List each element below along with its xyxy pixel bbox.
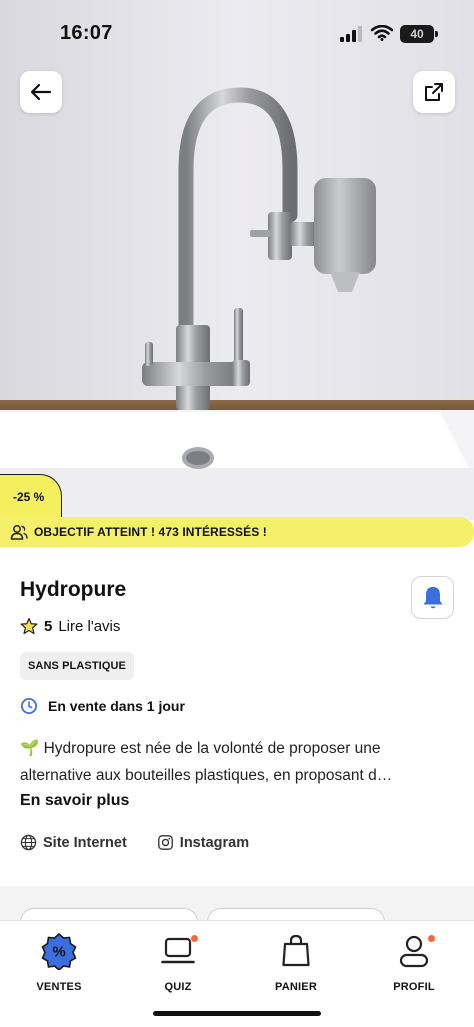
tab-label: PROFIL (393, 981, 435, 993)
rating-row: 5 Lire l'avis (20, 617, 120, 635)
shopping-bag-icon (282, 934, 310, 967)
website-link-label: Site Internet (43, 834, 127, 851)
instagram-link-label: Instagram (179, 834, 250, 851)
tab-profil[interactable]: PROFIL (374, 931, 454, 993)
laptop-icon (161, 937, 195, 964)
sale-time-row: En vente dans 1 jour (20, 697, 185, 715)
faucet-illustration (0, 0, 474, 520)
users-icon (10, 525, 28, 540)
globe-icon (20, 834, 37, 851)
tab-label: PANIER (275, 981, 317, 993)
sale-time-text: En vente dans 1 jour (48, 698, 185, 714)
status-time: 16:07 (60, 22, 113, 44)
user-icon (399, 935, 429, 968)
tab-label: QUIZ (164, 981, 192, 993)
goal-banner: OBJECTIF ATTEINT ! 473 INTÉRESSÉS ! (0, 517, 474, 547)
percent-badge-icon: % (41, 932, 77, 970)
svg-text:%: % (52, 944, 65, 961)
share-button[interactable] (413, 71, 455, 113)
product-tag: SANS PLASTIQUE (20, 652, 134, 680)
rating-score: 5 (44, 617, 53, 635)
battery-icon: 40 (400, 25, 438, 43)
battery-level: 40 (410, 27, 424, 41)
notification-dot (428, 935, 435, 942)
read-more-link[interactable]: En savoir plus (20, 792, 129, 810)
arrow-left-icon (30, 83, 52, 101)
external-link-icon (425, 83, 443, 101)
status-bar: 16:07 40 (0, 0, 474, 64)
notify-button[interactable] (411, 576, 454, 619)
cellular-signal-icon (340, 26, 362, 42)
website-link[interactable]: Site Internet (20, 834, 127, 851)
back-button[interactable] (20, 71, 62, 113)
tab-quiz[interactable]: QUIZ (138, 931, 218, 993)
reviews-link[interactable]: Lire l'avis (58, 618, 120, 635)
goal-banner-text: OBJECTIF ATTEINT ! 473 INTÉRESSÉS ! (34, 525, 267, 539)
tab-label: VENTES (36, 981, 82, 993)
home-indicator (153, 1011, 321, 1016)
clock-icon (20, 697, 38, 715)
discount-badge: -25 % (0, 474, 62, 518)
product-hero-image (0, 0, 474, 520)
external-links: Site Internet Instagram (20, 834, 279, 851)
bell-icon (423, 586, 442, 608)
tab-panier[interactable]: PANIER (256, 931, 336, 993)
description-line: 🌱 Hydropure est née de la volonté de pro… (20, 740, 381, 757)
tab-ventes[interactable]: % VENTES (19, 931, 99, 993)
instagram-icon (157, 835, 173, 850)
product-description: 🌱 Hydropure est née de la volonté de pro… (20, 735, 460, 789)
star-icon (20, 617, 38, 635)
wifi-icon (371, 25, 393, 41)
notification-dot (191, 935, 198, 942)
description-line: alternative aux bouteilles plastiques, e… (20, 767, 393, 784)
product-title: Hydropure (20, 578, 127, 601)
instagram-link[interactable]: Instagram (157, 834, 249, 851)
